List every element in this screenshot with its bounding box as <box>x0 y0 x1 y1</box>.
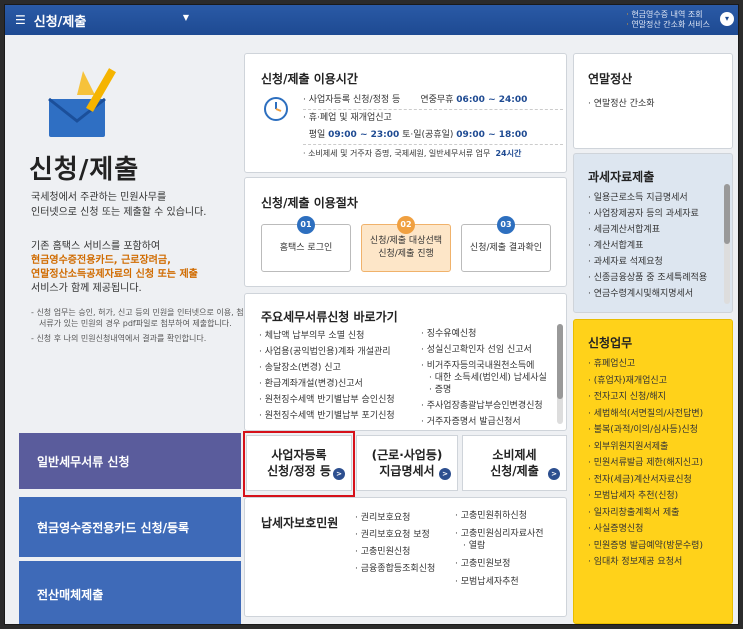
tax-data-list: 일용근로소득 지급명세서 사업장제공자 등의 과세자료 세금계산서합계표 계산서… <box>588 190 707 302</box>
list-item[interactable]: 체납액 납부의무 소멸 신청 <box>259 328 395 344</box>
consumption-tax-button[interactable]: 소비제세 신청/제출 > <box>462 435 567 491</box>
list-item[interactable]: 일용근로소득 지급명세서 <box>588 190 707 206</box>
application-card: 신청업무 휴폐업신고 (휴업자)재개업신고 전자고지 신청/해지 세법해석(서면… <box>573 319 733 624</box>
taxpayer-protection-card: 납세자보호민원 권리보호요청 권리보호요청 보정 고충민원신청 금융종합등조회신… <box>244 497 567 617</box>
list-item[interactable]: (휴업자)재개업신고 <box>588 373 703 390</box>
list-item-cont: 열람 <box>455 540 544 552</box>
hamburger-icon: ☰ <box>15 13 26 27</box>
list-item[interactable]: 비거주자등의국내원천소득에 <box>421 360 547 372</box>
list-item[interactable]: 사실증명신청 <box>588 521 703 538</box>
menu-label: 신청/제출 <box>33 14 87 30</box>
list-item[interactable]: 거주자증명서 발급신청서 <box>421 416 547 428</box>
caret-down-icon: ▼ <box>182 13 189 22</box>
tax-data-scrollbar[interactable] <box>724 184 730 304</box>
list-item[interactable]: 징수유예신청 <box>421 328 547 340</box>
list-item[interactable]: 신종금융상품 중 조세특례적용 <box>588 270 707 286</box>
list-item[interactable]: 권리보호요청 <box>355 510 435 527</box>
list-item[interactable]: 금융종합등조회신청 <box>355 561 436 578</box>
hours-rows: · 사업자등록 신청/정정 등 연중무휴 06:00 ~ 24:00 · 휴·폐… <box>303 92 563 162</box>
list-item[interactable]: 고충민원보정 <box>455 558 544 570</box>
list-item[interactable]: 성실신고확인자 선임 신고서 <box>421 344 547 356</box>
list-item[interactable]: 고충민원취하신청 <box>455 510 544 522</box>
top-link-year-end[interactable]: · 연말정산 간소화 서비스 <box>626 20 710 30</box>
protection-col2: 고충민원취하신청 고충민원심리자료사전 열람 고충민원보정 모범납세자추천 <box>455 510 544 588</box>
year-end-card: 연말정산 · 연말정산 간소화 <box>573 53 733 149</box>
page-title: 신청/제출 <box>29 155 140 185</box>
list-item-cont: 대한 소득세(법인세) 납세사실 <box>421 372 547 384</box>
step-number-2: 02 <box>397 216 415 234</box>
arrow-right-icon: > <box>439 468 451 480</box>
application-list: 휴폐업신고 (휴업자)재개업신고 전자고지 신청/해지 세법해석(서면질의/사전… <box>588 356 703 571</box>
list-item[interactable]: 전자고지 신청/해지 <box>588 389 703 406</box>
list-item[interactable]: 환급계좌개설(변경)신고서 <box>259 376 395 392</box>
hero-services: 기존 홈택스 서비스를 포함하여 현금영수증전용카드, 근로장려금, 연말정산소… <box>31 241 198 294</box>
list-item[interactable]: 고충민원신청 <box>355 544 435 561</box>
list-item[interactable]: 전자(세금)계산서자료신청 <box>588 472 703 489</box>
list-item-cont: 증명 <box>421 384 547 396</box>
hero-description: 국세청에서 주관하는 민원사무를 인터넷으로 신청 또는 제출할 수 있습니다. <box>31 192 207 218</box>
menu-dropdown-button[interactable]: ☰ 신청/제출 ▼ <box>15 9 193 31</box>
year-end-link[interactable]: · 연말정산 간소화 <box>588 96 655 109</box>
list-item[interactable]: 세금계산서합계표 <box>588 222 707 238</box>
electronic-media-button[interactable]: 전산매체제출 <box>19 561 241 624</box>
top-bar: ☰ 신청/제출 ▼ · 현금영수증 내역 조회 · 연말정산 간소화 서비스 ▾ <box>5 5 738 35</box>
hours-card: 신청/제출 이용시간 · 사업자등록 신청/정정 등 연중무휴 06:00 ~ … <box>244 53 567 173</box>
list-item[interactable]: 모범납세자 추천(신청) <box>588 488 703 505</box>
list-item[interactable]: 사업용(공익법인용)계좌 개설관리 <box>259 344 395 360</box>
tax-data-title: 과세자료제출 <box>588 170 655 184</box>
list-item[interactable]: 원천징수세액 반기별납부 포기신청 <box>259 408 395 424</box>
list-item[interactable]: 민원서류발급 제한(해지신고) <box>588 455 703 472</box>
hours-title: 신청/제출 이용시간 <box>261 72 358 86</box>
hero-notes: - 신청 업무는 승인, 허가, 신고 등의 민원을 인터넷으로 이용, 첨부서… <box>31 308 251 343</box>
list-item[interactable]: 세법해석(서면질의/사전답변) <box>588 406 703 423</box>
tax-data-submit-card: 과세자료제출 일용근로소득 지급명세서 사업장제공자 등의 과세자료 세금계산서… <box>573 153 733 313</box>
list-item[interactable]: 일자리창출계획서 제출 <box>588 505 703 522</box>
tax-doc-col1: 체납액 납부의무 소멸 신청 사업용(공익법인용)계좌 개설관리 송달장소(변경… <box>259 328 395 424</box>
protection-col1: 권리보호요청 권리보호요청 보정 고충민원신청 금융종합등조회신청 <box>355 510 436 578</box>
tax-doc-col2: 징수유예신청 성실신고확인자 선임 신고서 비거주자등의국내원천소득에 대한 소… <box>421 328 547 428</box>
top-links: · 현금영수증 내역 조회 · 연말정산 간소화 서비스 <box>626 10 710 30</box>
list-item[interactable]: 민원증명 발급예약(방문수령) <box>588 538 703 555</box>
payment-statement-button[interactable]: (근로·사업등) 지급명세서 > <box>356 435 458 491</box>
year-end-title: 연말정산 <box>588 72 633 86</box>
tax-doc-title: 주요세무서류신청 바로가기 <box>261 310 398 324</box>
step-number-3: 03 <box>497 216 515 234</box>
list-item[interactable]: 고충민원심리자료사전 <box>455 528 544 540</box>
procedure-card: 신청/제출 이용절차 홈택스 로그인 01 신청/제출 대상선택 신청/제출 진행… <box>244 177 567 287</box>
list-item[interactable]: 모범납세자추천 <box>455 576 544 588</box>
top-link-cash-receipt[interactable]: · 현금영수증 내역 조회 <box>626 10 710 20</box>
list-item[interactable]: 불복(과적/이의/심사등)신청 <box>588 422 703 439</box>
list-item[interactable]: 과세자료 석제요청 <box>588 254 707 270</box>
cash-receipt-card-button[interactable]: 현금영수증전용카드 신청/등록 <box>19 497 241 557</box>
list-item[interactable]: 원천징수세액 반기별납부 승인신청 <box>259 392 395 408</box>
list-item[interactable]: 임대차 정보제공 요청서 <box>588 554 703 571</box>
list-item[interactable]: 휴폐업신고 <box>588 356 703 373</box>
highlight-box <box>243 431 355 497</box>
list-item[interactable]: 사업장제공자 등의 과세자료 <box>588 206 707 222</box>
list-item[interactable]: 권리보호요청 보정 <box>355 527 435 544</box>
general-tax-doc-button[interactable]: 일반세무서류 신청 <box>19 433 241 489</box>
step-number-1: 01 <box>297 216 315 234</box>
list-item[interactable]: 연금수령계시및해지명세서 <box>588 286 707 302</box>
tax-doc-scrollbar[interactable] <box>557 324 563 424</box>
application-title: 신청업무 <box>588 336 633 350</box>
list-item[interactable]: 계산서합계표 <box>588 238 707 254</box>
list-item[interactable]: 외부위원지원서제출 <box>588 439 703 456</box>
list-item[interactable]: 송달장소(변경) 신고 <box>259 360 395 376</box>
page-frame: ☰ 신청/제출 ▼ · 현금영수증 내역 조회 · 연말정산 간소화 서비스 ▾… <box>4 4 739 625</box>
arrow-right-icon: > <box>548 468 560 480</box>
tax-doc-shortcut-card: 주요세무서류신청 바로가기 체납액 납부의무 소멸 신청 사업용(공익법인용)계… <box>244 293 567 431</box>
toggle-circle-icon[interactable]: ▾ <box>720 12 734 26</box>
list-item[interactable]: 주사업장총괄납부승인변경신청 <box>421 400 547 412</box>
clock-icon <box>264 97 288 121</box>
procedure-title: 신청/제출 이용절차 <box>261 196 358 210</box>
protection-title: 납세자보호민원 <box>261 516 339 530</box>
